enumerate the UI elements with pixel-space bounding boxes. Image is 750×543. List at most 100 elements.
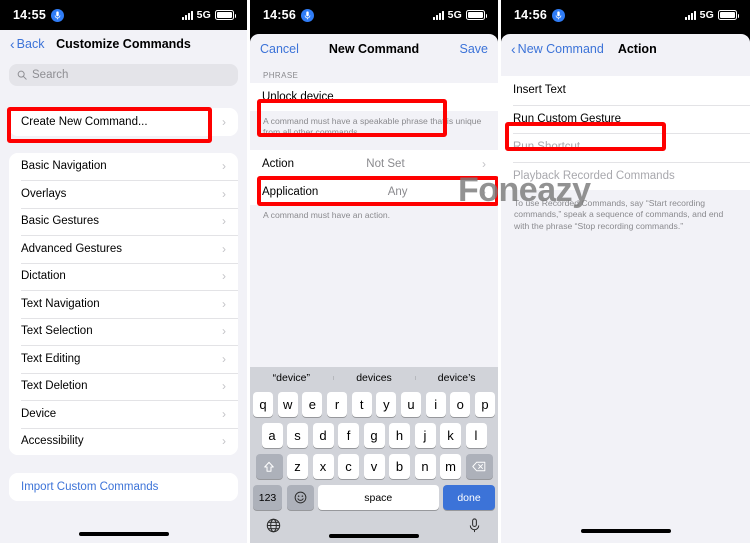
category-label: Overlays xyxy=(21,187,67,200)
chevron-right-icon: › xyxy=(222,296,226,311)
status-bar-right: 5G xyxy=(181,9,236,21)
category-row-text-selection[interactable]: Text Selection › xyxy=(9,317,238,345)
search-icon xyxy=(17,70,27,80)
key-h[interactable]: h xyxy=(389,423,410,448)
space-key[interactable]: space xyxy=(318,485,439,510)
key-g[interactable]: g xyxy=(363,423,385,448)
chevron-right-icon: › xyxy=(222,351,226,366)
cancel-button[interactable]: Cancel xyxy=(260,42,299,56)
dictation-mic-icon[interactable] xyxy=(467,518,482,538)
voice-control-mic-icon xyxy=(50,8,64,22)
battery-icon xyxy=(466,10,487,20)
category-row-device[interactable]: Device › xyxy=(9,400,238,428)
category-label: Text Deletion xyxy=(21,380,88,393)
import-custom-commands-row[interactable]: Import Custom Commands xyxy=(9,473,238,501)
key-d[interactable]: d xyxy=(312,423,334,448)
key-e[interactable]: e xyxy=(302,392,323,417)
category-label: Basic Gestures xyxy=(21,215,99,228)
key-v[interactable]: v xyxy=(363,454,385,479)
key-o[interactable]: o xyxy=(450,392,471,417)
key-f[interactable]: f xyxy=(338,423,359,448)
chevron-right-icon: › xyxy=(222,186,226,201)
done-key[interactable]: done xyxy=(443,485,495,510)
chevron-right-icon: › xyxy=(222,159,226,174)
key-s[interactable]: s xyxy=(287,423,308,448)
chevron-right-icon: › xyxy=(222,324,226,339)
category-row-text-editing[interactable]: Text Editing › xyxy=(9,345,238,373)
action-value: Not Set xyxy=(366,158,405,171)
category-row-overlays[interactable]: Overlays › xyxy=(9,180,238,208)
key-k[interactable]: k xyxy=(440,423,461,448)
prediction-2[interactable]: device’s xyxy=(415,372,498,384)
key-b[interactable]: b xyxy=(389,454,410,479)
key-z[interactable]: z xyxy=(287,454,308,479)
phrase-field-row[interactable]: Unlock device xyxy=(250,83,498,111)
phrase-footnote: A command must have a speakable phrase t… xyxy=(263,115,482,137)
cancel-button-label: Cancel xyxy=(260,42,299,56)
key-c[interactable]: c xyxy=(338,454,359,479)
status-bar-panel2: 14:56 5G xyxy=(250,0,498,30)
application-value: Any xyxy=(387,185,408,198)
phrase-group: Unlock device xyxy=(250,83,498,111)
back-button[interactable]: ‹ New Command xyxy=(511,42,604,57)
back-button-label: New Command xyxy=(517,42,604,56)
prediction-0[interactable]: “device” xyxy=(250,372,333,384)
emoji-key-icon[interactable] xyxy=(286,485,314,510)
key-l[interactable]: l xyxy=(465,423,487,448)
back-button[interactable]: ‹ Back xyxy=(10,37,44,52)
category-label: Text Navigation xyxy=(21,297,100,310)
nav-bar-panel2: Cancel New Command Save xyxy=(250,36,498,62)
import-commands-group: Import Custom Commands xyxy=(9,473,238,501)
panel-action-picker: 14:56 5G ‹ New Command Action Insert Tex… xyxy=(501,0,750,543)
category-row-text-deletion[interactable]: Text Deletion › xyxy=(9,372,238,400)
category-row-advanced-gestures[interactable]: Advanced Gestures › xyxy=(9,235,238,263)
key-j[interactable]: j xyxy=(414,423,436,448)
key-i[interactable]: i xyxy=(425,392,446,417)
prediction-1[interactable]: devices xyxy=(332,372,416,384)
screenshot-stage: 14:55 5G ‹ Back Customize Commands Searc… xyxy=(0,0,750,543)
numbers-key[interactable]: 123 xyxy=(253,485,282,510)
category-label: Advanced Gestures xyxy=(21,242,123,255)
key-m[interactable]: m xyxy=(440,454,461,479)
option-row-insert-text[interactable]: Insert Text xyxy=(501,76,750,105)
status-bar-left: 14:55 xyxy=(13,8,64,22)
option-label: Run Custom Gesture xyxy=(513,112,622,125)
key-t[interactable]: t xyxy=(351,392,372,417)
key-w[interactable]: w xyxy=(277,392,298,417)
import-custom-commands-label: Import Custom Commands xyxy=(21,480,159,493)
search-input[interactable]: Search xyxy=(9,64,238,86)
option-row-run-shortcut[interactable]: Run Shortcut xyxy=(501,133,750,162)
voice-control-mic-icon xyxy=(300,8,314,22)
key-r[interactable]: r xyxy=(326,392,348,417)
status-bar-right: 5G xyxy=(432,9,487,21)
category-list-group: Basic Navigation › Overlays › Basic Gestur… xyxy=(9,152,238,455)
category-row-accessibility[interactable]: Accessibility › xyxy=(9,427,238,455)
option-row-run-custom-gesture[interactable]: Run Custom Gesture xyxy=(501,104,750,133)
key-q[interactable]: q xyxy=(252,392,274,417)
category-row-dictation[interactable]: Dictation › xyxy=(9,262,238,290)
save-button[interactable]: Save xyxy=(460,42,489,56)
action-sheet: ‹ New Command Action Insert Text Run Cus… xyxy=(501,34,750,543)
key-y[interactable]: y xyxy=(376,392,397,417)
create-new-command-row[interactable]: Create New Command... › xyxy=(9,108,238,136)
key-x[interactable]: x xyxy=(312,454,334,479)
category-row-basic-navigation[interactable]: Basic Navigation › xyxy=(9,152,238,180)
status-time: 14:55 xyxy=(13,8,46,22)
keyboard-row-1: q w e r t y u i o p xyxy=(250,389,498,420)
key-u[interactable]: u xyxy=(400,392,422,417)
category-row-basic-gestures[interactable]: Basic Gestures › xyxy=(9,207,238,235)
cellular-bars-icon xyxy=(181,10,193,20)
backspace-key-icon[interactable] xyxy=(465,454,493,479)
key-p[interactable]: p xyxy=(474,392,496,417)
predictive-text-bar: “device” devices device’s xyxy=(250,367,498,389)
globe-key-icon[interactable] xyxy=(266,518,281,538)
key-n[interactable]: n xyxy=(414,454,436,479)
phrase-section-label: PHRASE xyxy=(263,71,299,80)
software-keyboard: “device” devices device’s q w e r t y u … xyxy=(250,367,498,543)
chevron-right-icon: › xyxy=(222,214,226,229)
category-row-text-navigation[interactable]: Text Navigation › xyxy=(9,290,238,318)
key-a[interactable]: a xyxy=(261,423,283,448)
shift-key-icon[interactable] xyxy=(255,454,283,479)
keyboard-row-4: 123 space done xyxy=(250,482,498,513)
foneazy-watermark: Foneazy xyxy=(458,171,591,209)
